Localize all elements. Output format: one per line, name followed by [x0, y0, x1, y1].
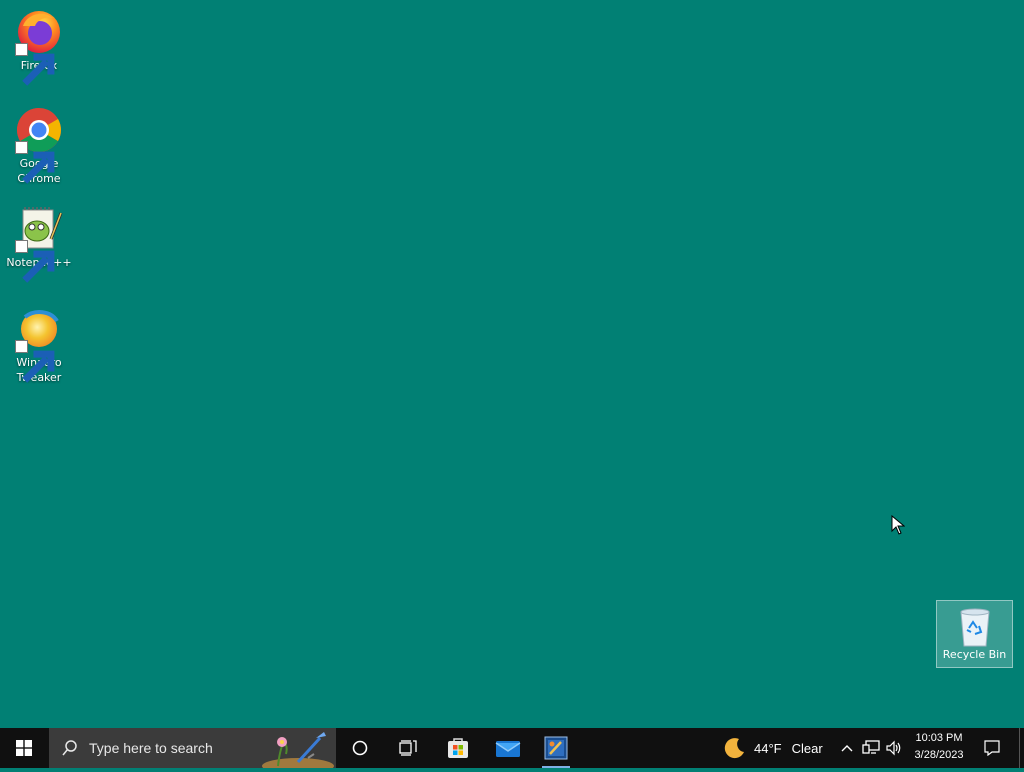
windows-logo-icon — [16, 740, 32, 756]
action-center-button[interactable] — [978, 728, 1006, 768]
cortana-circle-icon — [352, 740, 368, 756]
clock-date: 3/28/2023 — [914, 749, 964, 761]
shortcut-arrow-icon — [15, 340, 55, 383]
mail-button[interactable] — [484, 728, 532, 768]
start-button[interactable] — [0, 728, 48, 768]
search-placeholder: Type here to search — [89, 740, 213, 756]
microsoft-store-button[interactable] — [434, 728, 482, 768]
cortana-button[interactable] — [336, 728, 384, 768]
chrome-icon — [15, 106, 63, 184]
winaero-tweaker-icon — [15, 305, 63, 383]
search-box[interactable]: Type here to search — [49, 728, 336, 772]
shortcut-arrow-icon — [15, 43, 55, 86]
taskbar: Type here to search 44°F Clear 10:03 PM … — [0, 728, 1024, 772]
shortcut-arrow-icon — [15, 240, 55, 283]
task-view-icon — [399, 740, 417, 756]
show-desktop-button[interactable] — [1019, 728, 1024, 768]
desktop-icon-notepadplusplus[interactable]: Notepad++ — [2, 205, 76, 283]
desktop-icon-firefox[interactable]: Firefox — [2, 8, 76, 86]
chevron-up-icon — [841, 745, 853, 752]
mouse-cursor-icon — [891, 514, 906, 539]
weather-temperature: 44°F — [754, 740, 782, 756]
weather-widget[interactable]: 44°F Clear — [724, 728, 823, 768]
weather-condition: Clear — [791, 740, 823, 756]
search-highlight-image — [258, 728, 336, 772]
search-icon — [62, 740, 77, 756]
clock-time: 10:03 PM — [915, 732, 963, 744]
moon-icon — [724, 738, 744, 759]
volume-tray-button[interactable] — [884, 728, 904, 768]
taskbar-clock[interactable]: 10:03 PM 3/28/2023 — [906, 730, 972, 764]
shortcut-arrow-icon — [15, 141, 55, 184]
notepadplusplus-icon — [15, 205, 63, 283]
network-tray-button[interactable] — [860, 728, 882, 768]
task-view-button[interactable] — [384, 728, 432, 768]
recycle-bin-icon — [953, 604, 997, 648]
winaero-app-icon — [544, 736, 568, 760]
desktop[interactable]: Firefox Google Chrome Notepad++ Winaero … — [0, 0, 1024, 728]
firefox-icon — [15, 8, 63, 86]
network-icon — [862, 740, 880, 754]
store-icon — [448, 738, 468, 758]
show-hidden-icons-button[interactable] — [838, 728, 856, 768]
mail-icon — [495, 741, 521, 757]
desktop-icon-chrome[interactable]: Google Chrome — [2, 106, 76, 186]
action-center-icon — [984, 740, 1000, 756]
volume-icon — [886, 740, 901, 756]
desktop-icon-recycle-bin[interactable]: Recycle Bin — [936, 600, 1013, 668]
desktop-icon-label: Recycle Bin — [942, 648, 1007, 661]
winaero-tweaker-taskbar-button[interactable] — [532, 728, 580, 768]
desktop-icon-winaero-tweaker[interactable]: Winaero Tweaker — [2, 305, 76, 385]
